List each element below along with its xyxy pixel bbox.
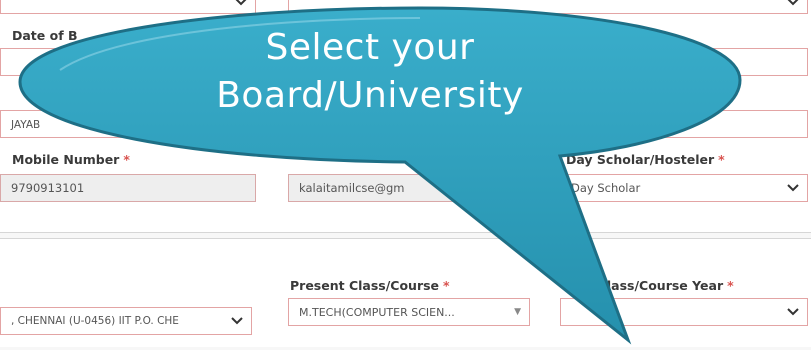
dob-label: Date of B — [12, 28, 78, 43]
dob-field[interactable] — [0, 48, 256, 76]
scholar-select[interactable]: Day Scholar — [560, 174, 808, 202]
name-field[interactable]: JAYAB — [0, 110, 256, 138]
chevron-down-icon — [231, 308, 243, 334]
chevron-down-icon — [787, 299, 799, 325]
mobile-label: Mobile Number * — [12, 152, 130, 167]
present-class-label: Present Class/Course * — [290, 278, 450, 293]
present-class-value: M.TECH(COMPUTER SCIEN... — [299, 306, 455, 319]
chevron-down-icon — [787, 175, 799, 201]
institution-select[interactable]: , CHENNAI (U-0456) IIT P.O. CHE — [0, 307, 252, 335]
right-field-row3[interactable] — [560, 110, 808, 138]
present-class-select[interactable]: M.TECH(COMPUTER SCIEN... ▼ — [288, 298, 530, 326]
present-year-label: ent Class/Course Year * — [570, 278, 734, 293]
university-select-partial[interactable] — [288, 0, 808, 14]
board-select-partial[interactable] — [0, 0, 256, 14]
chevron-down-icon — [787, 0, 799, 13]
email-value: kalaitamilcse@gm — [299, 181, 405, 195]
name-value: JAYAB — [11, 119, 41, 131]
mobile-value: 9790913101 — [11, 181, 85, 195]
email-field[interactable]: kalaitamilcse@gm — [288, 174, 544, 202]
mobile-field[interactable]: 9790913101 — [0, 174, 256, 202]
chevron-down-icon — [235, 0, 247, 13]
scholar-label: Day Scholar/Hosteler * — [566, 152, 725, 167]
scholar-value: Day Scholar — [571, 181, 641, 195]
institution-value: , CHENNAI (U-0456) IIT P.O. CHE — [11, 315, 179, 327]
present-year-select[interactable] — [560, 298, 808, 326]
right-field-row2[interactable] — [560, 48, 808, 76]
caret-down-icon: ▼ — [514, 307, 521, 317]
